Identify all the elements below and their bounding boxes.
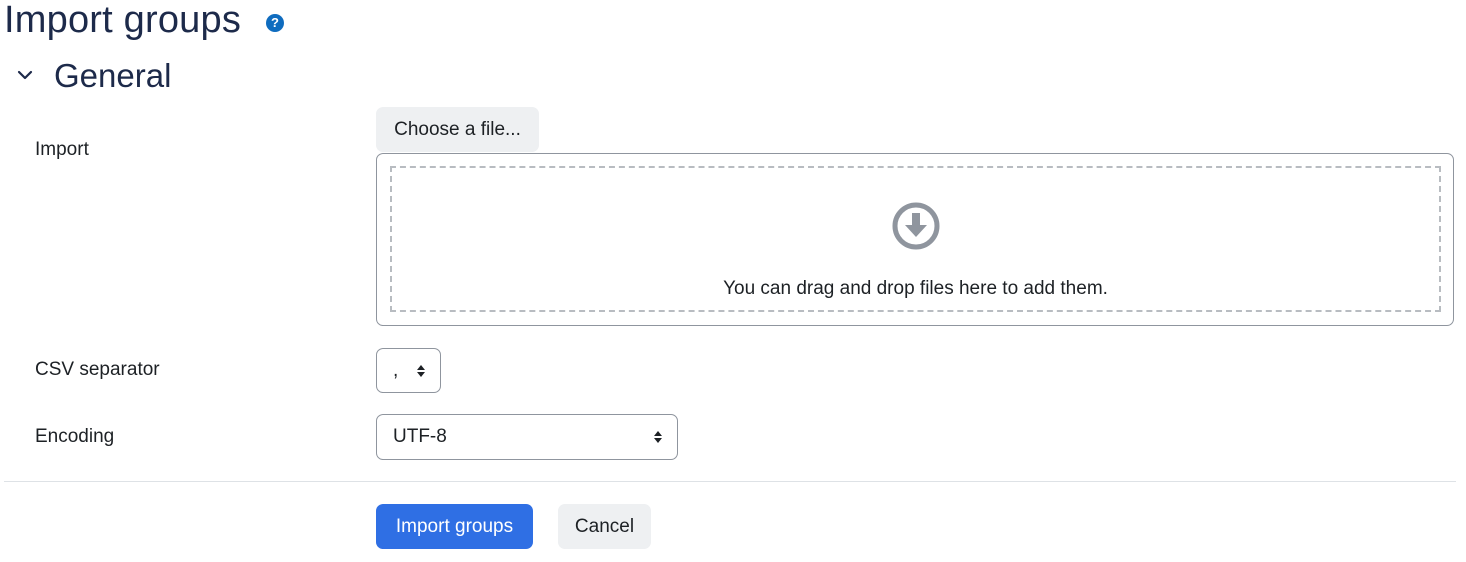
choose-file-button[interactable]: Choose a file... [376,107,539,152]
form-divider [4,481,1456,482]
import-label: Import [35,139,89,160]
encoding-select[interactable]: UTF-8 [376,414,678,460]
encoding-label: Encoding [35,426,115,447]
drop-instructions: You can drag and drop files here to add … [723,278,1108,299]
section-title-general[interactable]: General [54,54,171,98]
import-groups-button[interactable]: Import groups [376,504,533,549]
page-title: Import groups [4,0,242,41]
sort-arrows-icon [417,364,425,377]
csv-separator-label: CSV separator [35,359,160,380]
chevron-down-icon[interactable] [14,64,36,86]
encoding-value: UTF-8 [393,426,447,447]
import-groups-page: Import groups ? General Import Choose a … [0,0,1466,562]
sort-arrows-icon [654,431,662,443]
arrow-circle-down-icon [892,202,939,250]
csv-separator-value: , [393,359,399,381]
question-circle-icon[interactable]: ? [266,14,284,32]
csv-separator-select[interactable]: , [376,348,441,393]
dropzone[interactable]: You can drag and drop files here to add … [390,166,1441,312]
file-drop-area[interactable]: You can drag and drop files here to add … [376,153,1454,326]
cancel-button[interactable]: Cancel [558,504,651,549]
